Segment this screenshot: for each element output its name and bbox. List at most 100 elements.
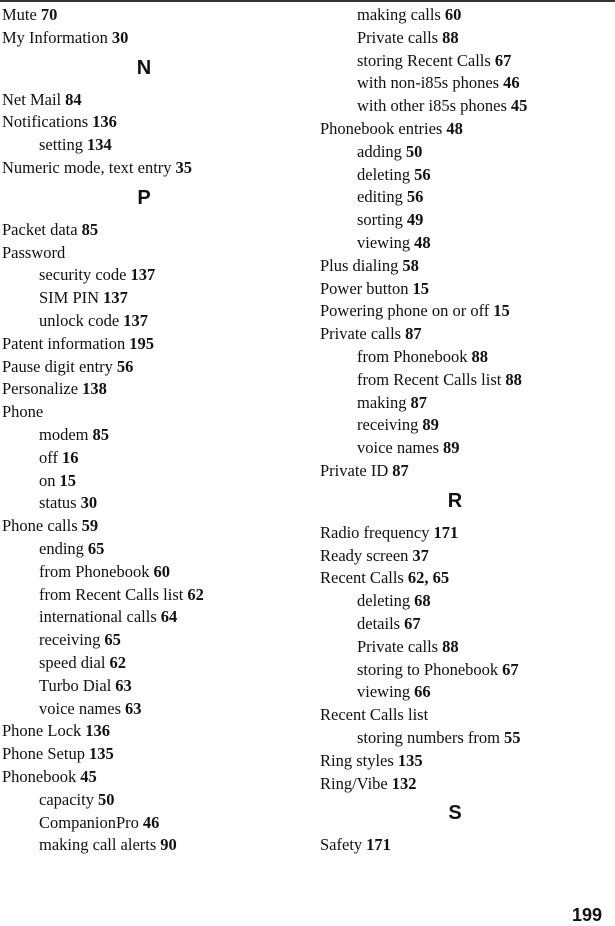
- entry-term: Radio frequency: [320, 522, 430, 542]
- index-entry: Ring styles 135: [320, 750, 615, 773]
- entry-page-ref: 65: [87, 538, 105, 558]
- entry-page-ref: 137: [123, 310, 148, 330]
- entry-term: from Recent Calls list: [39, 584, 184, 604]
- index-entry: Plus dialing 58: [320, 255, 615, 278]
- index-entry: Private ID 87: [320, 460, 615, 483]
- entry-term: setting: [39, 135, 83, 155]
- entry-page-ref: 16: [61, 447, 79, 467]
- entry-term: from Phonebook: [39, 561, 150, 581]
- entry-term: Private calls: [357, 636, 439, 656]
- entry-term: SIM PIN: [39, 288, 100, 308]
- entry-page-ref: 134: [87, 135, 112, 155]
- entry-page-ref: 87: [405, 324, 422, 344]
- index-subentry: with non-i85s phones 46: [320, 72, 615, 95]
- entry-term: Turbo Dial: [39, 675, 112, 695]
- entry-term: speed dial: [39, 652, 106, 672]
- entry-page-ref: 30: [80, 493, 98, 513]
- index-entry: Power button 15: [320, 278, 615, 301]
- entry-page-ref: 84: [65, 89, 82, 109]
- index-subentry: from Recent Calls list 62: [2, 584, 302, 607]
- entry-page-ref: 45: [510, 96, 528, 116]
- entry-page-ref: 171: [433, 522, 459, 542]
- entry-term: Private calls: [357, 27, 439, 47]
- index-subentry: from Recent Calls list 88: [320, 369, 615, 392]
- index-subentry: with other i85s phones 45: [320, 95, 615, 118]
- index-subentry: status 30: [2, 492, 302, 515]
- entry-page-ref: 87: [392, 460, 409, 480]
- entry-term: ending: [39, 538, 84, 558]
- index-entry: Net Mail 84: [2, 89, 302, 112]
- index-entry: Phonebook 45: [2, 766, 302, 789]
- index-subentry: speed dial 62: [2, 652, 302, 675]
- entry-term: Numeric mode, text entry: [2, 157, 172, 177]
- entry-term: sorting: [357, 210, 403, 230]
- entry-term: off: [39, 447, 58, 467]
- entry-term: Recent Calls: [320, 568, 404, 588]
- index-entry: Private calls 87: [320, 323, 615, 346]
- entry-term: Ring/Vibe: [320, 773, 388, 793]
- entry-page-ref: 171: [366, 835, 391, 855]
- section-letter-heading: N: [136, 56, 152, 79]
- index-subentry: capacity 50: [2, 789, 302, 812]
- index-subentry: making 87: [320, 392, 615, 415]
- entry-page-ref: 87: [410, 392, 428, 412]
- entry-term: viewing: [357, 232, 411, 252]
- index-column-left: Mute 70 My Information 30 N Net Mail 84 Notific…: [2, 4, 302, 857]
- entry-term: deleting: [357, 164, 411, 184]
- index-entry: Notifications 136: [2, 111, 302, 134]
- entry-page-ref: 56: [414, 164, 431, 184]
- index-entry: Ready screen 37: [320, 545, 615, 568]
- entry-term: Ring styles: [320, 750, 394, 770]
- index-entry: Patent information 195: [2, 333, 302, 356]
- entry-page-ref: 46: [503, 73, 520, 93]
- section-letter-heading: S: [448, 802, 462, 825]
- entry-term: voice names: [39, 698, 122, 718]
- entry-page-ref: 88: [442, 27, 459, 47]
- index-entry: Mute 70: [2, 4, 302, 27]
- index-subentry: Private calls 88: [320, 636, 615, 659]
- entry-page-ref: 62: [109, 652, 126, 672]
- index-subentry: from Phonebook 88: [320, 346, 615, 369]
- index-entry: Phone Setup 135: [2, 743, 302, 766]
- entry-page-ref: 30: [111, 27, 129, 47]
- entry-page-ref: 135: [397, 750, 423, 770]
- entry-term: making call alerts: [39, 835, 157, 855]
- entry-term: adding: [357, 141, 402, 161]
- index-entry: Phone Lock 136: [2, 720, 302, 743]
- entry-page-ref: 137: [130, 265, 156, 285]
- entry-term: Pause digit entry: [2, 356, 113, 376]
- entry-term: from Recent Calls list: [357, 369, 502, 389]
- index-subentry: viewing 66: [320, 681, 615, 704]
- entry-term: Packet data: [2, 219, 78, 239]
- entry-term: with non-i85s phones: [357, 73, 500, 93]
- index-subentry: making calls 60: [320, 4, 615, 27]
- entry-term: receiving: [357, 415, 419, 435]
- index-entry: Numeric mode, text entry 35: [2, 157, 302, 180]
- entry-term: Plus dialing: [320, 255, 399, 275]
- entry-page-ref: 136: [92, 112, 117, 132]
- index-subentry: viewing 48: [320, 232, 615, 255]
- index-entry: Phonebook entries 48: [320, 118, 615, 141]
- index-subentry: voice names 63: [2, 698, 302, 721]
- entry-term: Safety: [320, 835, 363, 855]
- entry-page-ref: 195: [129, 333, 155, 353]
- entry-term: Notifications: [2, 112, 89, 132]
- entry-term: Net Mail: [2, 89, 62, 109]
- entry-term: Personalize: [2, 379, 79, 399]
- entry-term: on: [39, 470, 56, 490]
- index-entry: Packet data 85: [2, 219, 302, 242]
- entry-page-ref: 48: [446, 118, 463, 138]
- entry-term: details: [357, 613, 401, 633]
- entry-page-ref: 55: [503, 727, 521, 747]
- index-subentry: adding 50: [320, 141, 615, 164]
- index-entry: Phone calls 59: [2, 515, 302, 538]
- index-subentry: receiving 65: [2, 629, 302, 652]
- entry-page-ref: 70: [40, 5, 58, 24]
- entry-page-ref: 60: [153, 561, 170, 581]
- entry-page-ref: 135: [88, 744, 114, 764]
- entry-page-ref: 64: [160, 607, 178, 627]
- entry-page-ref: 50: [405, 141, 423, 161]
- entry-page-ref: 88: [442, 636, 459, 656]
- index-subentry: on 15: [2, 470, 302, 493]
- entry-page-ref: 89: [443, 438, 460, 458]
